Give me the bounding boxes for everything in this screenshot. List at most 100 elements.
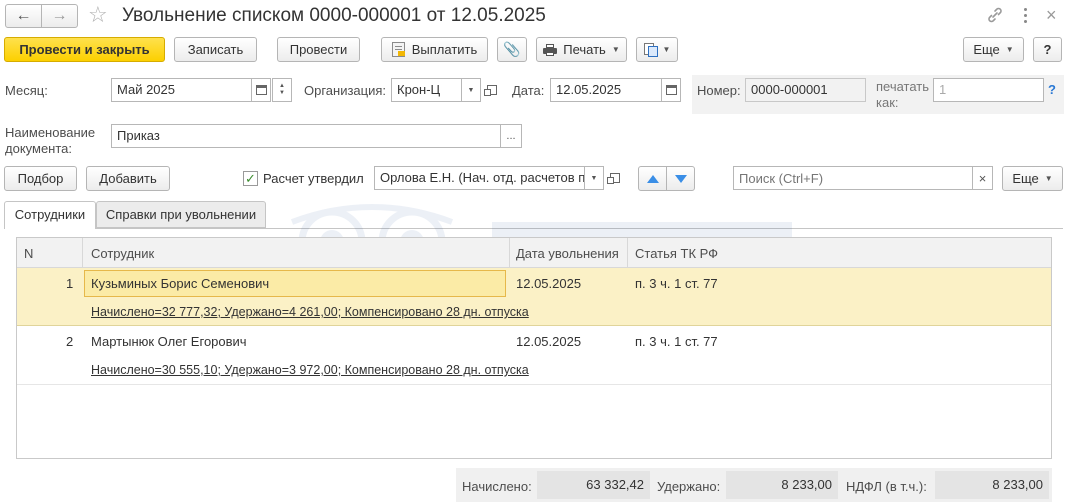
approved-checkbox[interactable]: ✓ — [243, 171, 258, 186]
column-divider — [82, 238, 83, 268]
open-form-icon — [607, 173, 620, 184]
month-field[interactable]: Май 2025 — [111, 78, 252, 102]
pay-button-label: Выплатить — [411, 42, 478, 57]
organization-field[interactable]: Крон-Ц — [391, 78, 462, 102]
row-details-link[interactable]: Начислено=30 555,10; Удержано=3 972,00; … — [91, 363, 529, 377]
month-spinner[interactable]: ▲ ▼ — [272, 78, 292, 102]
print-button-label: Печать — [563, 42, 606, 57]
tab-certificates-label: Справки при увольнении — [105, 207, 257, 222]
more-button[interactable]: Еще ▼ — [963, 37, 1024, 62]
tab-active-gap — [5, 228, 95, 229]
docname-label-1: Наименование — [5, 125, 96, 140]
create-based-icon — [643, 42, 658, 57]
approver-dropdown[interactable]: ▼ — [584, 166, 604, 190]
checkmark-icon: ✓ — [245, 171, 256, 186]
chevron-down-icon: ▼ — [611, 45, 620, 54]
approver-open-button[interactable] — [605, 166, 625, 190]
printer-icon — [543, 43, 558, 56]
print-as-label-2: как: — [876, 95, 899, 110]
column-header-article[interactable]: Статья ТК РФ — [635, 246, 718, 261]
row-number: 1 — [66, 276, 74, 291]
docname-field[interactable]: Приказ — [111, 124, 501, 148]
calendar-icon — [665, 85, 677, 95]
tab-employees-label: Сотрудники — [14, 207, 86, 222]
attach-button[interactable]: 📎 — [497, 37, 527, 62]
ndfl-value: 8 233,00 — [935, 471, 1049, 499]
date-calendar-button[interactable] — [661, 78, 681, 102]
tab-certificates[interactable]: Справки при увольнении — [96, 201, 266, 228]
article: п. 3 ч. 1 ст. 77 — [635, 276, 718, 291]
post-button[interactable]: Провести — [277, 37, 360, 62]
favorite-star-icon[interactable]: ☆ — [88, 3, 108, 27]
create-based-on-button[interactable]: ▼ — [636, 37, 678, 62]
move-down-button[interactable] — [666, 166, 695, 191]
withheld-value: 8 233,00 — [726, 471, 838, 499]
date-label: Дата: — [512, 83, 545, 98]
organization-open-button[interactable] — [482, 78, 502, 102]
print-button[interactable]: Печать ▼ — [536, 37, 627, 62]
spin-down-icon: ▼ — [279, 90, 285, 96]
window-title: Увольнение списком 0000-000001 от 12.05.… — [122, 5, 546, 26]
employee-name: Мартынюк Олег Егорович — [91, 334, 247, 349]
column-divider — [509, 238, 510, 268]
organization-dropdown[interactable]: ▼ — [461, 78, 481, 102]
chevron-down-icon: ▼ — [1044, 174, 1053, 183]
docname-select-button[interactable]: ... — [500, 124, 522, 148]
move-up-button[interactable] — [638, 166, 667, 191]
back-button[interactable]: ← — [5, 4, 42, 28]
dismissal-date: 12.05.2025 — [516, 276, 582, 291]
column-divider — [627, 238, 628, 268]
close-icon[interactable]: × — [1046, 4, 1057, 26]
number-label: Номер: — [697, 83, 741, 98]
print-as-field[interactable]: 1 — [933, 78, 1044, 102]
pay-button[interactable]: Выплатить — [381, 37, 488, 62]
search-clear-button[interactable]: × — [972, 166, 993, 190]
arrow-up-icon — [646, 174, 659, 183]
article: п. 3 ч. 1 ст. 77 — [635, 334, 718, 349]
table-more-button[interactable]: Еще ▼ — [1002, 166, 1063, 191]
calendar-button[interactable] — [251, 78, 271, 102]
more-button-label: Еще — [973, 42, 1000, 57]
open-form-icon — [484, 85, 497, 96]
select-button[interactable]: Подбор — [4, 166, 77, 191]
more-vertical-icon[interactable] — [1019, 6, 1031, 24]
arrow-right-icon: → — [51, 7, 68, 24]
paperclip-icon: 📎 — [503, 41, 521, 57]
chevron-down-icon: ▼ — [662, 45, 671, 54]
month-label: Месяц: — [5, 83, 48, 98]
print-as-help[interactable]: ? — [1048, 82, 1056, 97]
table-more-label: Еще — [1012, 171, 1039, 186]
print-as-label-1: печатать — [876, 79, 930, 94]
organization-label: Организация: — [304, 83, 387, 98]
date-field[interactable]: 12.05.2025 — [550, 78, 662, 102]
dismissal-date: 12.05.2025 — [516, 334, 582, 349]
accrued-label: Начислено: — [462, 479, 532, 494]
forward-button[interactable]: → — [41, 4, 78, 28]
link-icon[interactable] — [986, 6, 1004, 24]
tab-employees[interactable]: Сотрудники — [4, 201, 96, 229]
add-button[interactable]: Добавить — [86, 166, 170, 191]
spin-up-icon: ▲ — [279, 83, 285, 89]
employee-name: Кузьминых Борис Семенович — [91, 276, 270, 291]
calendar-icon — [255, 85, 267, 95]
column-header-employee[interactable]: Сотрудник — [91, 246, 154, 261]
column-header-n[interactable]: N — [24, 246, 33, 261]
chevron-down-icon: ▼ — [467, 86, 475, 94]
chevron-down-icon: ▼ — [590, 174, 598, 182]
accrued-value: 63 332,42 — [537, 471, 650, 499]
arrow-left-icon: ← — [15, 7, 32, 24]
withheld-label: Удержано: — [657, 479, 721, 494]
row-details-link[interactable]: Начислено=32 777,32; Удержано=4 261,00; … — [91, 305, 529, 319]
approver-field[interactable]: Орлова Е.Н. (Нач. отд. расчетов п — [374, 166, 585, 190]
ndfl-label: НДФЛ (в т.ч.): — [846, 479, 927, 494]
approved-label: Расчет утвердил — [263, 171, 364, 186]
arrow-down-icon — [674, 174, 687, 183]
search-input[interactable] — [733, 166, 973, 190]
chevron-down-icon: ▼ — [1005, 45, 1014, 54]
row-number: 2 — [66, 334, 74, 349]
help-button[interactable]: ? — [1033, 37, 1062, 62]
number-field[interactable]: 0000-000001 — [745, 78, 866, 102]
post-and-close-button[interactable]: Провести и закрыть — [4, 37, 165, 62]
save-button[interactable]: Записать — [174, 37, 257, 62]
column-header-dismissal-date[interactable]: Дата увольнения — [516, 246, 619, 261]
